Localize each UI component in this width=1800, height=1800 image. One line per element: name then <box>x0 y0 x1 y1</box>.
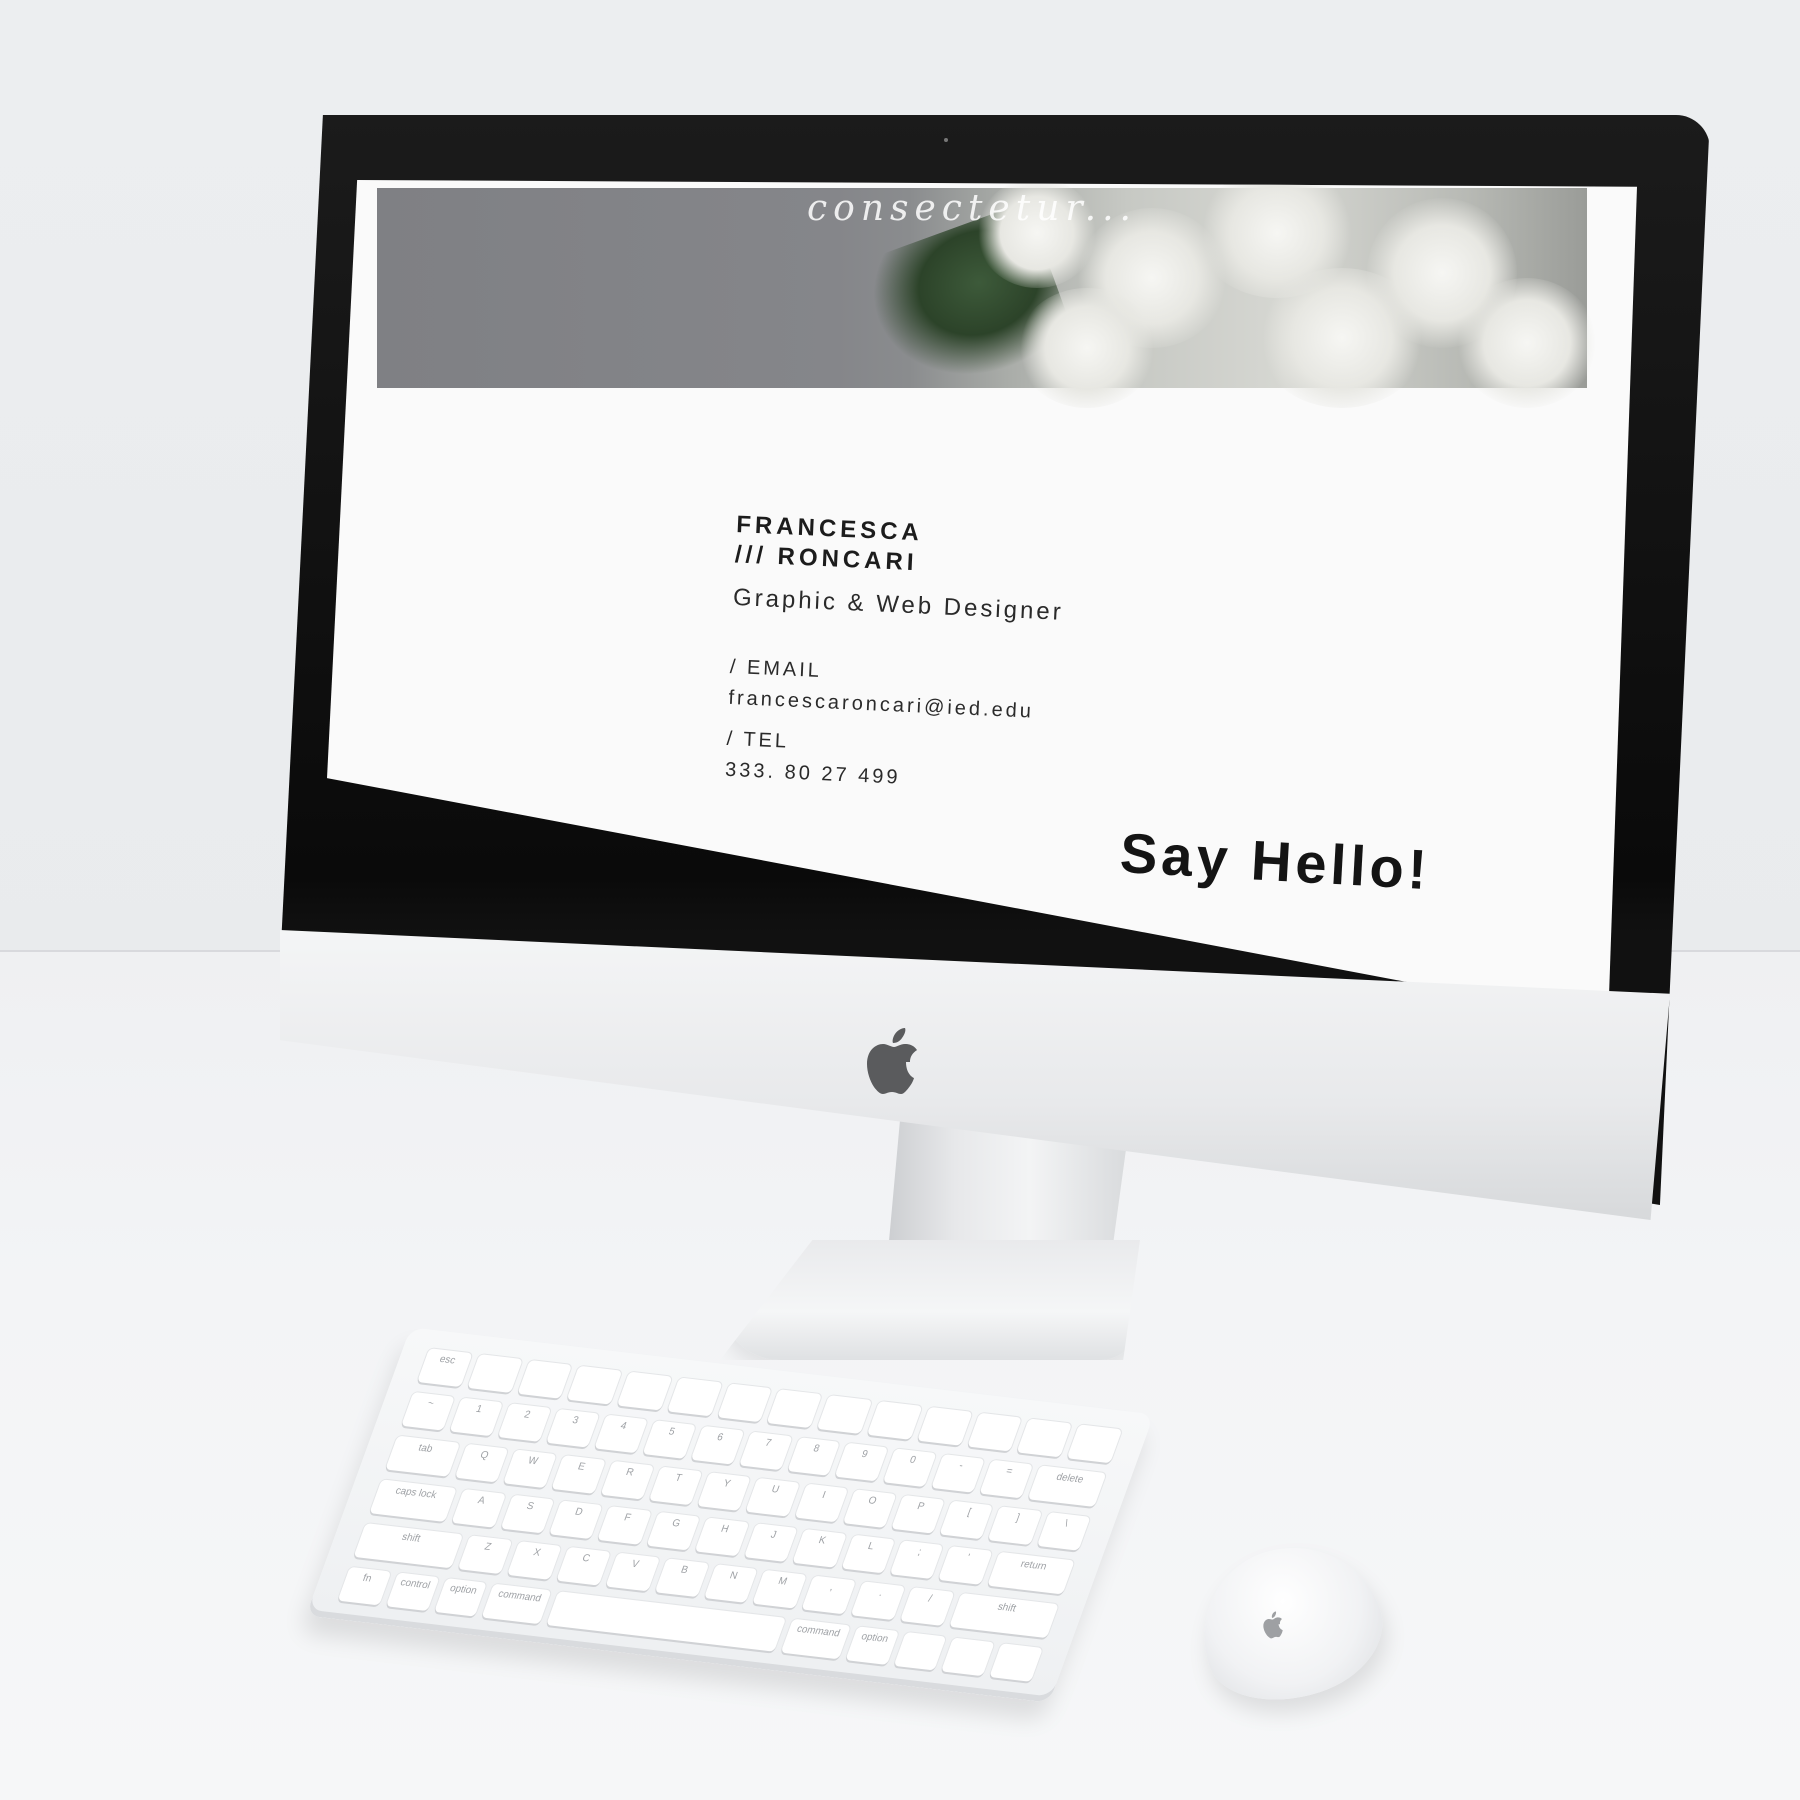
key[interactable]: ; <box>889 1540 944 1580</box>
key[interactable]: return <box>987 1551 1075 1595</box>
key[interactable]: Z <box>457 1535 513 1575</box>
key[interactable]: delete <box>1027 1465 1107 1507</box>
key[interactable]: O <box>842 1489 897 1528</box>
arrow-left-key[interactable] <box>893 1631 947 1671</box>
key[interactable]: esc <box>417 1348 473 1388</box>
key[interactable]: K <box>792 1528 847 1568</box>
flower-decoration <box>1017 288 1157 408</box>
key[interactable]: Y <box>697 1472 752 1511</box>
key[interactable]: 5 <box>642 1420 696 1459</box>
key[interactable] <box>616 1371 673 1411</box>
contact-block: FRANCESCA /// RONCARI Graphic & Web Desi… <box>725 510 1068 797</box>
key[interactable]: W <box>503 1449 558 1489</box>
key[interactable]: command <box>481 1583 552 1625</box>
key[interactable]: T <box>648 1466 703 1506</box>
key[interactable] <box>516 1359 573 1399</box>
apple-logo-icon <box>867 1028 917 1094</box>
key[interactable]: = <box>979 1459 1034 1499</box>
key[interactable]: option <box>845 1626 899 1665</box>
key[interactable] <box>1066 1424 1123 1464</box>
key[interactable]: I <box>794 1483 849 1523</box>
key[interactable]: shift <box>353 1523 464 1569</box>
key[interactable]: ' <box>938 1546 993 1585</box>
key[interactable]: ~ <box>401 1391 455 1431</box>
key[interactable]: M <box>752 1569 808 1609</box>
key[interactable]: control <box>385 1572 440 1612</box>
key[interactable]: N <box>703 1564 759 1603</box>
arrow-updown-key[interactable] <box>941 1637 995 1677</box>
key[interactable]: 0 <box>883 1448 937 1488</box>
key[interactable]: ] <box>988 1506 1043 1545</box>
key[interactable]: option <box>433 1578 488 1617</box>
key[interactable]: U <box>745 1477 800 1517</box>
key[interactable]: 3 <box>545 1408 600 1448</box>
flower-decoration <box>1457 278 1597 408</box>
key[interactable]: D <box>548 1500 604 1540</box>
key[interactable]: 7 <box>738 1431 793 1471</box>
camera-icon <box>944 138 948 142</box>
email-link[interactable]: francescaroncari@ied.edu <box>728 687 1060 725</box>
key[interactable]: F <box>597 1506 652 1545</box>
key[interactable]: / <box>900 1587 955 1626</box>
apple-logo-icon <box>1263 1611 1283 1639</box>
key[interactable]: 6 <box>690 1425 745 1465</box>
key[interactable]: L <box>840 1534 896 1574</box>
job-title: Graphic & Web Designer <box>732 583 1065 626</box>
key[interactable]: V <box>605 1552 660 1592</box>
key[interactable]: X <box>506 1541 562 1580</box>
key[interactable]: 8 <box>786 1437 841 1476</box>
key[interactable]: - <box>931 1454 986 1493</box>
key[interactable]: \ <box>1036 1511 1091 1551</box>
key[interactable]: S <box>500 1494 555 1534</box>
hero-banner: consectetur... <box>377 180 1597 408</box>
key[interactable]: H <box>694 1517 750 1557</box>
key[interactable]: J <box>743 1523 798 1562</box>
arrow-right-key[interactable] <box>989 1643 1044 1682</box>
key[interactable]: 1 <box>449 1397 504 1437</box>
key[interactable]: shift <box>949 1592 1059 1639</box>
key[interactable]: caps lock <box>369 1479 458 1522</box>
key[interactable] <box>816 1395 873 1434</box>
key[interactable] <box>716 1383 773 1423</box>
key[interactable]: Q <box>454 1443 509 1483</box>
key[interactable] <box>566 1365 623 1405</box>
key[interactable]: P <box>891 1494 946 1534</box>
key[interactable] <box>916 1406 973 1446</box>
key[interactable]: . <box>850 1581 906 1621</box>
key[interactable] <box>466 1354 523 1393</box>
key[interactable]: G <box>646 1511 701 1551</box>
key[interactable]: , <box>801 1575 857 1615</box>
key[interactable]: [ <box>939 1500 994 1540</box>
key[interactable] <box>966 1412 1023 1452</box>
key[interactable]: B <box>654 1558 709 1598</box>
key[interactable]: A <box>451 1488 506 1528</box>
key[interactable] <box>1016 1418 1073 1458</box>
key[interactable] <box>766 1389 823 1429</box>
key[interactable]: command <box>780 1618 851 1660</box>
key[interactable] <box>866 1400 923 1440</box>
key[interactable]: 2 <box>497 1403 552 1442</box>
hero-script-text: consectetur... <box>807 188 1137 229</box>
key[interactable]: C <box>556 1546 611 1586</box>
key[interactable]: E <box>551 1455 606 1494</box>
tel-link[interactable]: 333. 80 27 499 <box>725 759 1057 797</box>
key[interactable]: R <box>600 1460 655 1500</box>
key[interactable]: 9 <box>834 1442 889 1482</box>
key[interactable]: tab <box>385 1435 461 1477</box>
key[interactable] <box>666 1377 723 1417</box>
key[interactable]: fn <box>337 1566 392 1606</box>
say-hello-heading[interactable]: Say Hello! <box>1118 820 1432 902</box>
key[interactable]: 4 <box>593 1414 648 1454</box>
